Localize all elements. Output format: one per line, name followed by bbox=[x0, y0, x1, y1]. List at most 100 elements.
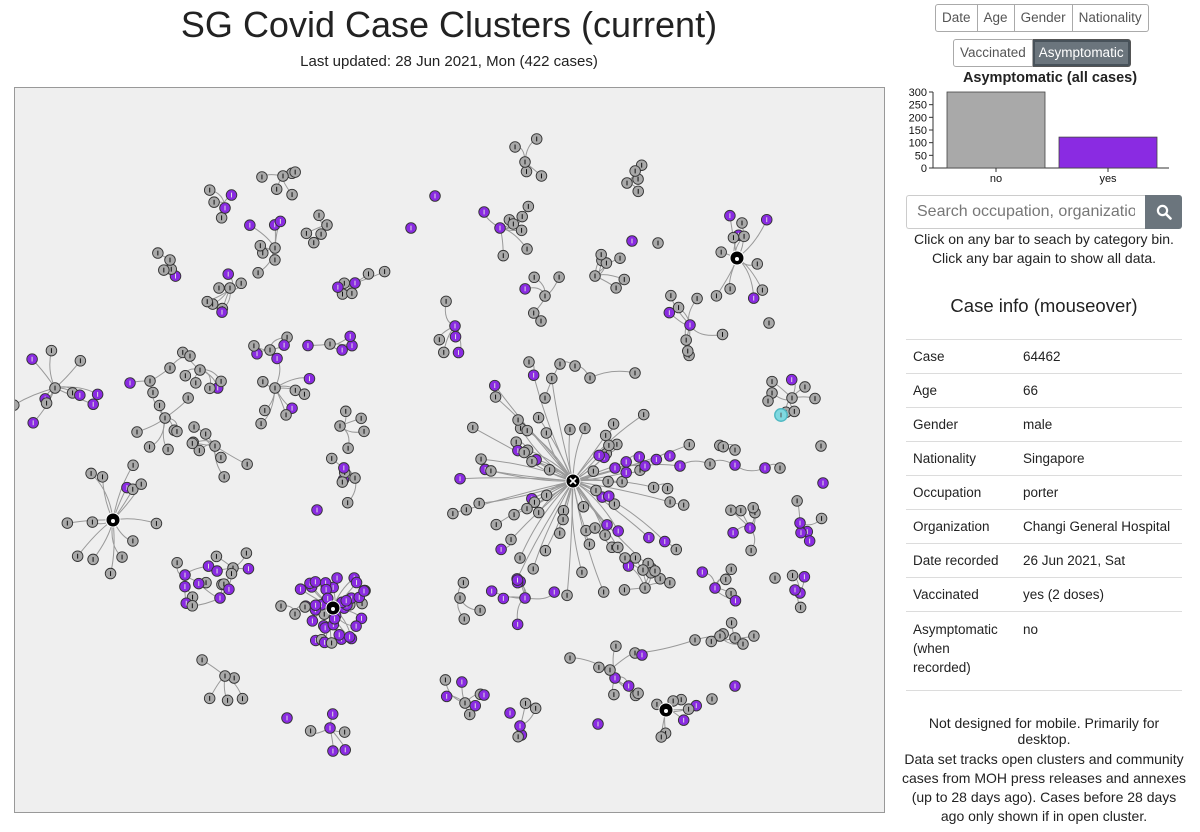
case-node[interactable] bbox=[766, 375, 778, 388]
case-node[interactable] bbox=[236, 692, 249, 705]
case-node-asymptomatic[interactable] bbox=[214, 592, 226, 604]
case-node[interactable] bbox=[186, 437, 199, 450]
case-node-asymptomatic[interactable] bbox=[504, 707, 516, 719]
case-node[interactable] bbox=[597, 586, 610, 598]
case-node[interactable] bbox=[147, 386, 159, 399]
case-node[interactable] bbox=[438, 346, 450, 359]
case-node[interactable] bbox=[603, 439, 615, 452]
case-node[interactable] bbox=[164, 254, 176, 266]
case-node-asymptomatic[interactable] bbox=[724, 209, 736, 222]
case-node-asymptomatic[interactable] bbox=[344, 330, 356, 343]
case-node-asymptomatic[interactable] bbox=[211, 565, 223, 577]
case-node[interactable] bbox=[788, 405, 801, 418]
case-node-asymptomatic[interactable] bbox=[527, 369, 540, 381]
case-node-asymptomatic[interactable] bbox=[760, 213, 773, 226]
case-node[interactable] bbox=[490, 518, 502, 531]
case-node[interactable] bbox=[152, 247, 164, 259]
case-node-asymptomatic[interactable] bbox=[440, 690, 453, 703]
case-node[interactable] bbox=[210, 550, 223, 563]
case-node[interactable] bbox=[325, 452, 338, 465]
case-node-asymptomatic[interactable] bbox=[306, 615, 319, 627]
case-node[interactable] bbox=[681, 345, 694, 357]
case-node-asymptomatic[interactable] bbox=[626, 235, 638, 247]
case-node[interactable] bbox=[135, 478, 147, 490]
case-node[interactable] bbox=[720, 573, 732, 586]
case-node[interactable] bbox=[275, 600, 287, 612]
case-node[interactable] bbox=[655, 731, 668, 743]
search-input[interactable] bbox=[906, 195, 1145, 229]
case-node[interactable] bbox=[561, 589, 573, 602]
case-node[interactable] bbox=[649, 565, 661, 577]
case-node[interactable] bbox=[735, 504, 747, 517]
case-node[interactable] bbox=[590, 484, 602, 497]
case-node[interactable] bbox=[313, 209, 325, 222]
case-node-asymptomatic[interactable] bbox=[405, 222, 417, 234]
case-node[interactable] bbox=[737, 638, 749, 650]
case-node[interactable] bbox=[602, 475, 614, 488]
case-node[interactable] bbox=[85, 467, 97, 480]
case-node[interactable] bbox=[608, 688, 620, 701]
case-node[interactable] bbox=[325, 637, 338, 649]
case-node-asymptomatic[interactable] bbox=[452, 346, 465, 359]
case-node[interactable] bbox=[96, 471, 109, 483]
case-node[interactable] bbox=[475, 453, 487, 465]
case-node[interactable] bbox=[514, 552, 526, 564]
case-node[interactable] bbox=[204, 382, 216, 395]
case-node[interactable] bbox=[529, 702, 542, 715]
case-node-asymptomatic[interactable] bbox=[744, 522, 756, 534]
case-node[interactable] bbox=[762, 395, 774, 407]
case-node-asymptomatic[interactable] bbox=[478, 206, 490, 218]
case-node[interactable] bbox=[308, 236, 320, 249]
case-node-asymptomatic[interactable] bbox=[303, 372, 316, 385]
case-node[interactable] bbox=[599, 529, 611, 541]
case-node[interactable] bbox=[747, 501, 759, 514]
case-node[interactable] bbox=[661, 482, 674, 495]
case-node[interactable] bbox=[286, 188, 298, 201]
case-node-asymptomatic[interactable] bbox=[650, 453, 663, 466]
case-node[interactable] bbox=[196, 654, 208, 666]
case-node-asymptomatic[interactable] bbox=[222, 268, 234, 280]
case-node[interactable] bbox=[259, 404, 271, 417]
case-node[interactable] bbox=[535, 170, 548, 182]
case-node[interactable] bbox=[512, 730, 524, 743]
case-node[interactable] bbox=[159, 412, 171, 424]
case-node-asymptomatic[interactable] bbox=[729, 459, 741, 471]
case-node-asymptomatic[interactable] bbox=[27, 417, 39, 429]
case-node[interactable] bbox=[587, 465, 600, 477]
case-node[interactable] bbox=[526, 455, 538, 468]
case-node-asymptomatic[interactable] bbox=[511, 618, 524, 631]
case-node[interactable] bbox=[530, 133, 543, 145]
cluster-hub-node[interactable] bbox=[658, 702, 674, 718]
case-node[interactable] bbox=[522, 200, 535, 213]
case-node-asymptomatic[interactable] bbox=[179, 569, 191, 581]
case-node-asymptomatic[interactable] bbox=[548, 586, 560, 598]
case-node[interactable] bbox=[219, 670, 231, 682]
case-node-asymptomatic[interactable] bbox=[429, 190, 441, 202]
case-node[interactable] bbox=[362, 268, 375, 280]
cluster-hub-node[interactable] bbox=[565, 473, 581, 489]
case-node[interactable] bbox=[717, 440, 730, 453]
case-node-asymptomatic[interactable] bbox=[87, 398, 99, 411]
case-node[interactable] bbox=[289, 166, 301, 178]
case-node-asymptomatic[interactable] bbox=[225, 189, 238, 201]
case-node-asymptomatic[interactable] bbox=[709, 582, 721, 594]
case-node[interactable] bbox=[505, 533, 517, 546]
case-node-asymptomatic[interactable] bbox=[339, 744, 352, 756]
case-node[interactable] bbox=[607, 418, 620, 430]
case-node[interactable] bbox=[104, 567, 117, 580]
case-node[interactable] bbox=[516, 210, 528, 223]
case-node[interactable] bbox=[769, 572, 781, 584]
case-node[interactable] bbox=[727, 231, 740, 244]
case-node-asymptomatic[interactable] bbox=[219, 202, 231, 214]
case-node[interactable] bbox=[576, 566, 588, 579]
case-node[interactable] bbox=[577, 500, 590, 513]
case-node[interactable] bbox=[299, 601, 311, 613]
case-node-asymptomatic[interactable] bbox=[294, 583, 307, 595]
case-node[interactable] bbox=[49, 382, 61, 394]
case-node-asymptomatic[interactable] bbox=[216, 306, 228, 318]
case-node-asymptomatic[interactable] bbox=[449, 330, 462, 343]
case-node[interactable] bbox=[599, 429, 612, 442]
case-node[interactable] bbox=[224, 282, 236, 294]
case-node[interactable] bbox=[355, 412, 367, 425]
case-node[interactable] bbox=[203, 692, 216, 705]
